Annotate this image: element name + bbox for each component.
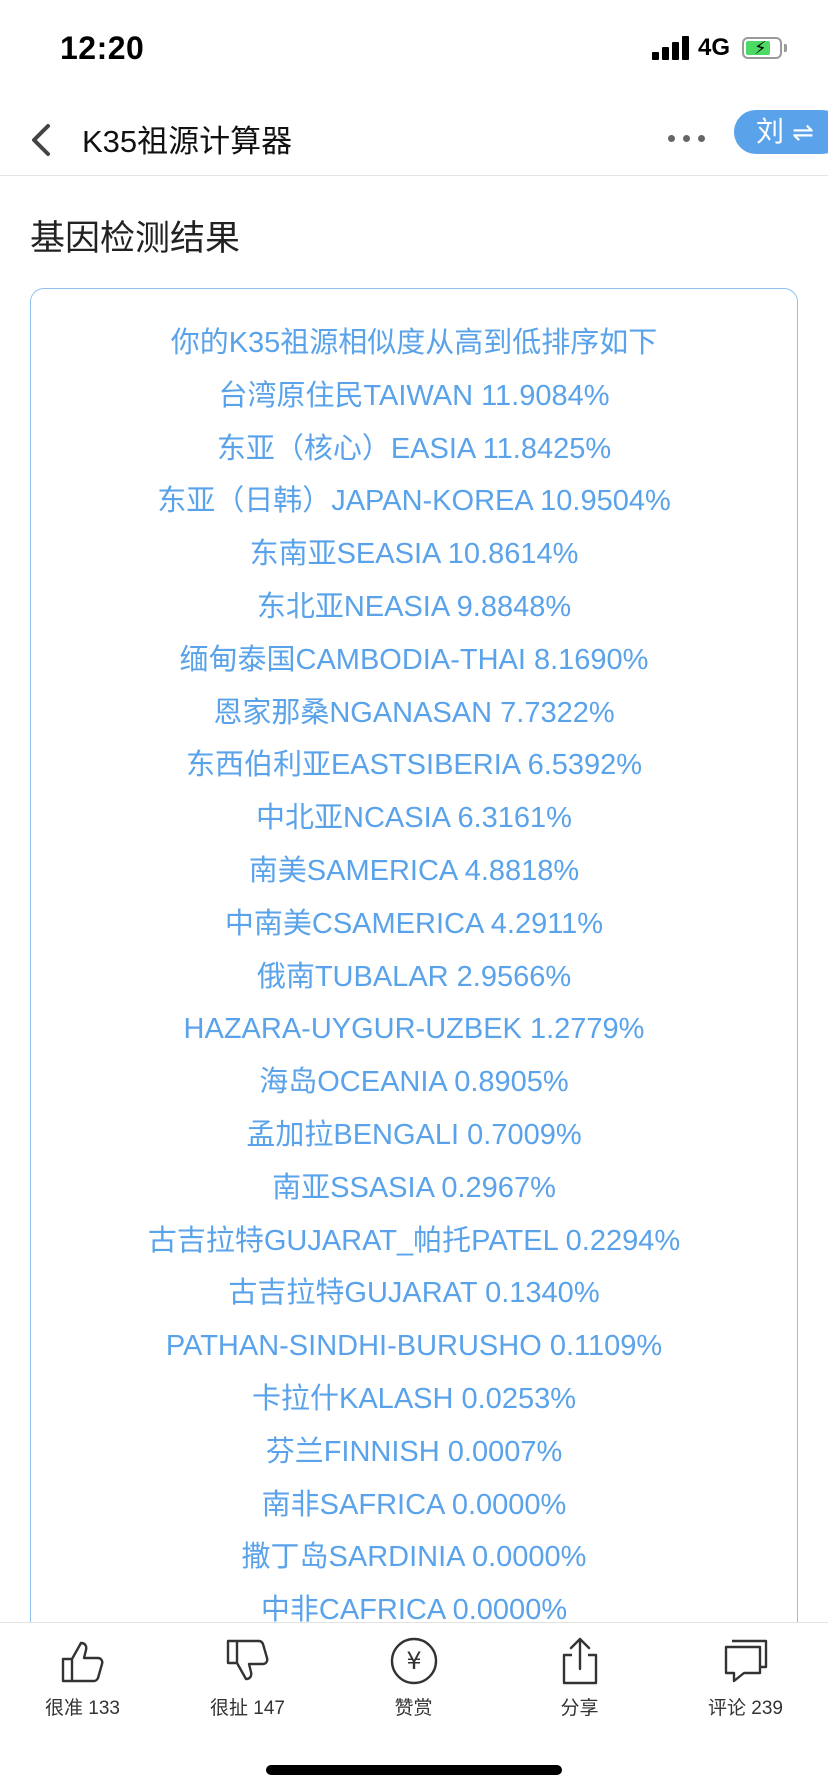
share-button[interactable]: 分享 [497, 1623, 662, 1733]
back-chevron-icon [32, 124, 50, 156]
result-item: HAZARA-UYGUR-UZBEK 1.2779% [183, 1013, 645, 1046]
tip-button[interactable]: ¥ 赞赏 [331, 1623, 496, 1733]
svg-text:¥: ¥ [406, 1647, 421, 1675]
user-name: 刘 [756, 116, 785, 147]
signal-icon [652, 36, 690, 60]
tip-label: 赞赏 [394, 1698, 433, 1719]
result-item: 南非SAFRICA 0.0000% [261, 1488, 567, 1521]
battery-tip [784, 44, 787, 52]
user-switch-button[interactable]: 刘 ⇌ [734, 110, 828, 154]
result-item: 东北亚NEASIA 9.8848% [256, 590, 572, 623]
result-item: 东亚（核心）EASIA 11.8425% [216, 432, 612, 465]
battery-icon: ⚡ [742, 37, 782, 59]
result-list: 你的K35祖源相似度从高到低排序如下 台湾原住民TAIWAN 11.9084% … [31, 289, 797, 1637]
result-item: 东西伯利亚EASTSIBERIA 6.5392% [185, 749, 643, 782]
dislike-count: 很扯 147 [210, 1698, 285, 1719]
result-item: 海岛OCEANIA 0.8905% [259, 1066, 569, 1099]
result-item: 中南美CSAMERICA 4.2911% [224, 907, 604, 940]
dislike-button[interactable]: 很扯 147 [165, 1623, 330, 1733]
result-item: 恩家那桑NGANASAN 7.7322% [213, 696, 615, 729]
result-item: 孟加拉BENGALI 0.7009% [246, 1118, 582, 1151]
result-header: 你的K35祖源相似度从高到低排序如下 [170, 327, 658, 359]
comment-icon [724, 1639, 767, 1683]
swap-icon: ⇌ [792, 117, 814, 147]
nav-bar: K35祖源计算器 刘 ⇌ [0, 100, 828, 176]
result-item: 缅甸泰国CAMBODIA-THAI 8.1690% [179, 643, 649, 676]
comment-count: 评论 239 [708, 1698, 783, 1719]
result-item: 古吉拉特GUJARAT_帕托PATEL 0.2294% [147, 1224, 681, 1257]
home-indicator[interactable] [266, 1765, 562, 1775]
result-item: 古吉拉特GUJARAT 0.1340% [228, 1277, 600, 1310]
page-title: K35祖源计算器 [82, 124, 293, 159]
back-button[interactable] [22, 110, 72, 166]
status-bar: 12:20 4G ⚡ [0, 0, 828, 100]
result-item: PATHAN-SINDHI-BURUSHO 0.1109% [165, 1330, 663, 1363]
like-button[interactable]: 很准 133 [0, 1623, 165, 1733]
result-item: 芬兰FINNISH 0.0007% [265, 1435, 563, 1468]
network-label: 4G [698, 34, 731, 61]
result-item: 南美SAMERICA 4.8818% [248, 854, 580, 887]
comment-button[interactable]: 评论 239 [663, 1623, 828, 1733]
more-dots-icon[interactable] [664, 120, 710, 156]
result-item: 台湾原住民TAIWAN 11.9084% [218, 379, 610, 412]
result-item: 撒丁岛SARDINIA 0.0000% [241, 1541, 587, 1574]
thumbs-down-icon [226, 1639, 268, 1681]
status-time: 12:20 [60, 30, 145, 66]
thumbs-up-icon [61, 1641, 103, 1683]
share-label: 分享 [560, 1698, 599, 1719]
result-item: 俄南TUBALAR 2.9566% [256, 960, 572, 993]
result-item: 东亚（日韩）JAPAN-KOREA 10.9504% [157, 485, 671, 518]
result-card: 你的K35祖源相似度从高到低排序如下 台湾原住民TAIWAN 11.9084% … [30, 288, 798, 1688]
section-title: 基因检测结果 [30, 219, 241, 258]
result-item: 中北亚NCASIA 6.3161% [256, 802, 572, 835]
result-item: 东南亚SEASIA 10.8614% [249, 538, 579, 571]
result-item: 卡拉什KALASH 0.0253% [252, 1382, 576, 1415]
yen-circle-icon: ¥ [390, 1637, 437, 1685]
like-count: 很准 133 [45, 1698, 120, 1719]
share-icon [562, 1637, 597, 1685]
result-item: 南亚SSASIA 0.2967% [272, 1171, 556, 1204]
